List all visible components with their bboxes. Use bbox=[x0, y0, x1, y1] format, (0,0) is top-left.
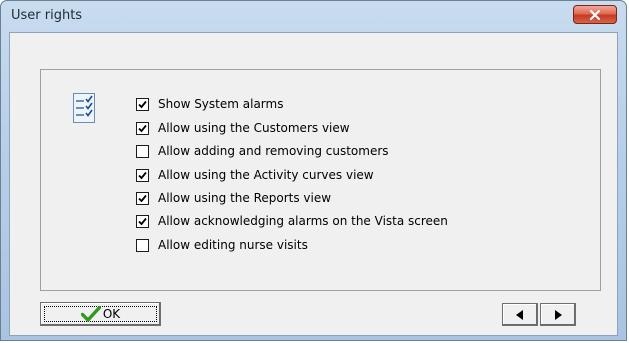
checkmark-icon bbox=[138, 217, 147, 225]
option-label: Allow adding and removing customers bbox=[158, 144, 389, 158]
close-icon bbox=[589, 9, 601, 20]
option-label: Allow using the Activity curves view bbox=[158, 168, 374, 182]
checklist-icon bbox=[73, 93, 95, 127]
focus-rect: OK bbox=[44, 306, 157, 322]
checkmark-icon bbox=[138, 171, 147, 179]
checkbox[interactable] bbox=[136, 191, 149, 205]
option-reports-view[interactable]: Allow using the Reports view bbox=[136, 190, 331, 206]
option-add-remove-customers[interactable]: Allow adding and removing customers bbox=[136, 143, 389, 159]
ok-label: OK bbox=[102, 307, 121, 321]
dialog-window: User rights Show System alarms Allow usi… bbox=[0, 0, 627, 341]
rights-group-box: Show System alarms Allow using the Custo… bbox=[40, 69, 601, 291]
option-label: Allow using the Customers view bbox=[158, 121, 350, 135]
checkbox[interactable] bbox=[136, 144, 149, 158]
dialog-content: Show System alarms Allow using the Custo… bbox=[9, 32, 618, 336]
next-button[interactable] bbox=[540, 303, 576, 326]
option-show-system-alarms[interactable]: Show System alarms bbox=[136, 96, 283, 112]
option-label: Allow acknowledging alarms on the Vista … bbox=[158, 214, 448, 228]
option-label: Show System alarms bbox=[158, 97, 284, 111]
option-acknowledge-alarms[interactable]: Allow acknowledging alarms on the Vista … bbox=[136, 213, 448, 229]
checkbox[interactable] bbox=[136, 214, 149, 228]
previous-button[interactable] bbox=[502, 303, 538, 326]
option-customers-view[interactable]: Allow using the Customers view bbox=[136, 120, 350, 136]
option-label: Allow using the Reports view bbox=[158, 191, 332, 205]
checkbox[interactable] bbox=[136, 238, 149, 252]
triangle-left-icon bbox=[516, 309, 523, 320]
checkbox[interactable] bbox=[136, 168, 149, 182]
ok-button[interactable]: OK bbox=[40, 302, 161, 326]
option-label: Allow editing nurse visits bbox=[158, 238, 308, 252]
checkmark-icon bbox=[80, 306, 101, 322]
option-activity-curves-view[interactable]: Allow using the Activity curves view bbox=[136, 167, 374, 183]
checkbox[interactable] bbox=[136, 97, 149, 111]
window-title: User rights bbox=[11, 8, 83, 23]
checkmark-icon bbox=[138, 194, 147, 202]
checkbox[interactable] bbox=[136, 121, 149, 135]
option-edit-nurse-visits[interactable]: Allow editing nurse visits bbox=[136, 237, 308, 253]
close-button[interactable] bbox=[573, 5, 617, 24]
checkmark-icon bbox=[138, 124, 147, 132]
title-bar[interactable]: User rights bbox=[1, 1, 626, 31]
checkmark-icon bbox=[138, 100, 147, 108]
triangle-right-icon bbox=[555, 309, 562, 320]
